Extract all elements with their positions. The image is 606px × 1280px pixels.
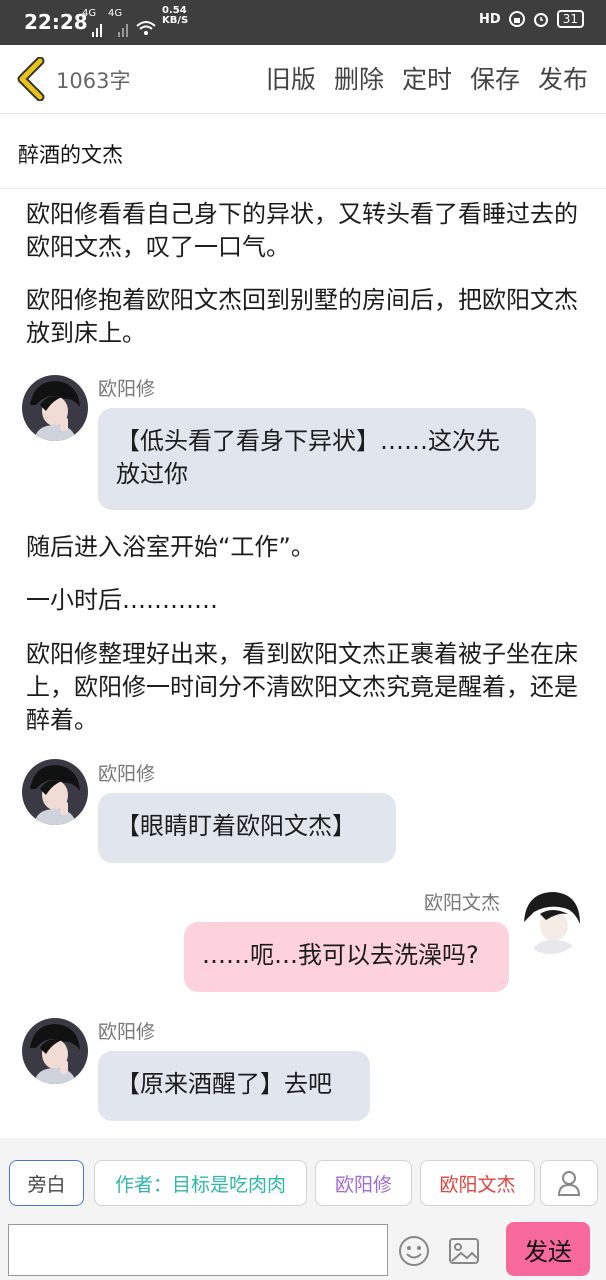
- network-speed: 0.54 KB/S: [162, 6, 188, 26]
- speaker-name: 欧阳修: [98, 378, 156, 400]
- narration-paragraph: 欧阳修抱着欧阳文杰回到别墅的房间后，把欧阳文杰放到床上。: [26, 286, 578, 347]
- old-version-button[interactable]: 旧版: [266, 60, 316, 96]
- wifi-icon: [136, 21, 156, 35]
- chapter-title-field[interactable]: 醉酒的文杰: [0, 114, 606, 189]
- avatar-ouyangwenjie[interactable]: [518, 888, 584, 954]
- avatar-ouyangxiu[interactable]: [22, 375, 88, 441]
- narration-paragraph: 欧阳修看看自己身下的异状，又转头看了看睡过去的欧阳文杰，叹了一口气。: [26, 200, 578, 261]
- message-input[interactable]: [8, 1224, 388, 1276]
- network-4g-2: 4G: [108, 8, 123, 19]
- add-role-button[interactable]: [540, 1160, 598, 1206]
- status-icons: HD 31: [479, 10, 584, 28]
- role-chip-ouyangxiu[interactable]: 欧阳修: [315, 1160, 412, 1206]
- narration-paragraph: 随后进入浴室开始“工作”。: [26, 533, 315, 561]
- editor-toolbar: 1063字 旧版 删除 定时 保存 发布: [0, 45, 606, 114]
- speaker-name: 欧阳文杰: [424, 892, 501, 914]
- lock-icon: [508, 11, 525, 27]
- speaker-name: 欧阳修: [98, 763, 156, 785]
- speed-unit: KB/S: [162, 15, 189, 26]
- story-content[interactable]: 欧阳修看看自己身下的异状，又转头看了看睡过去的欧阳文杰，叹了一口气。 欧阳修抱着…: [0, 188, 606, 1138]
- clock: 22:28: [24, 10, 88, 34]
- user-icon: [557, 1171, 581, 1196]
- narration-paragraph: 一小时后…………: [26, 586, 218, 614]
- narration-paragraph: 欧阳修整理好出来，看到欧阳文杰正裹着被子坐在床上，欧阳修一时间分不清欧阳文杰究竟…: [26, 640, 578, 734]
- status-bar: 22:28 4G 4G 0.54 KB/S HD 31: [0, 0, 606, 45]
- image-icon[interactable]: [448, 1236, 480, 1266]
- publish-button[interactable]: 发布: [538, 60, 588, 96]
- composer-panel: 旁白 作者：目标是吃肉肉 欧阳修 欧阳文杰 发送: [0, 1138, 606, 1280]
- chat-bubble-right[interactable]: ……呃…我可以去洗澡吗?: [184, 922, 509, 992]
- avatar-image: [518, 888, 584, 954]
- chat-bubble-left[interactable]: 【眼睛盯着欧阳文杰】: [98, 793, 396, 863]
- emoji-icon[interactable]: [398, 1235, 430, 1267]
- schedule-button[interactable]: 定时: [402, 60, 452, 96]
- word-count: 1063字: [56, 69, 131, 93]
- role-chip-author[interactable]: 作者：目标是吃肉肉: [94, 1160, 307, 1206]
- battery-indicator: 31: [556, 10, 584, 28]
- avatar-image: [22, 759, 88, 825]
- signal-icon: [92, 24, 102, 37]
- alarm-icon: [533, 13, 548, 27]
- chat-bubble-left[interactable]: 【原来酒醒了】去吧: [98, 1051, 370, 1121]
- avatar-ouyangxiu[interactable]: [22, 1018, 88, 1084]
- chat-bubble-left[interactable]: 【低头看了看身下异状】……这次先放过你: [98, 408, 536, 510]
- chapter-title: 醉酒的文杰: [18, 143, 123, 167]
- back-arrow-icon[interactable]: [14, 57, 50, 101]
- avatar-ouyangxiu[interactable]: [22, 759, 88, 825]
- signal-icon-2: [118, 24, 128, 37]
- delete-button[interactable]: 删除: [334, 60, 384, 96]
- avatar-image: [22, 1018, 88, 1084]
- toolbar-actions: 旧版 删除 定时 保存 发布: [266, 60, 588, 96]
- save-button[interactable]: 保存: [470, 60, 520, 96]
- send-button[interactable]: 发送: [506, 1222, 590, 1276]
- role-chip-ouyangwenjie[interactable]: 欧阳文杰: [420, 1160, 535, 1206]
- hd-badge: HD: [479, 11, 501, 27]
- role-chip-narration[interactable]: 旁白: [9, 1160, 84, 1206]
- avatar-image: [22, 375, 88, 441]
- network-4g-1: 4G: [82, 8, 97, 19]
- speaker-name: 欧阳修: [98, 1021, 156, 1043]
